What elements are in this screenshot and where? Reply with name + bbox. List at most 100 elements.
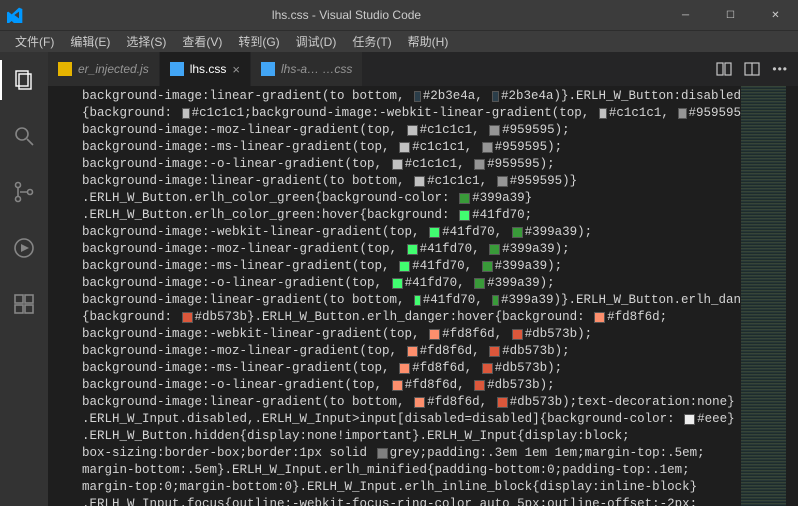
code-line[interactable]: {background: #c1c1c1;background-image:-w… (82, 105, 741, 122)
color-swatch (377, 448, 388, 459)
tab-label: lhs.css (190, 62, 227, 76)
menu-help[interactable]: 帮助(H) (401, 31, 456, 52)
menu-edit[interactable]: 编辑(E) (63, 31, 117, 52)
color-swatch (429, 329, 440, 340)
code-line[interactable]: .ERLH_W_Input.disabled,.ERLH_W_Input>inp… (82, 411, 741, 428)
color-swatch (482, 142, 493, 153)
source-control-icon[interactable] (0, 172, 48, 212)
css-file-icon (261, 62, 275, 76)
window-title: lhs.css - Visual Studio Code (30, 8, 663, 22)
tab-lhs-css[interactable]: lhs.css × (160, 52, 251, 86)
color-swatch (392, 278, 403, 289)
minimap[interactable] (741, 86, 786, 506)
code-line[interactable]: .ERLH_W_Button.erlh_color_green:hover{ba… (82, 207, 741, 224)
color-swatch (489, 346, 500, 357)
close-tab-icon[interactable]: × (232, 62, 240, 77)
code-line[interactable]: background-image:linear-gradient(to bott… (82, 292, 741, 309)
menu-debug[interactable]: 调试(D) (289, 31, 344, 52)
js-file-icon (58, 62, 72, 76)
color-swatch (474, 159, 485, 170)
color-swatch (429, 227, 440, 238)
color-swatch (497, 397, 508, 408)
menu-tasks[interactable]: 任务(T) (345, 31, 398, 52)
tab-er-injected[interactable]: er_injected.js (48, 52, 160, 86)
extensions-icon[interactable] (0, 284, 48, 324)
color-swatch (512, 329, 523, 340)
minimize-button[interactable]: ─ (663, 0, 708, 30)
close-button[interactable]: ✕ (753, 0, 798, 30)
color-swatch (414, 397, 425, 408)
code-line[interactable]: margin-bottom:.5em}.ERLH_W_Input.erlh_mi… (82, 462, 741, 479)
activity-bar (0, 52, 48, 506)
code-line[interactable]: background-image:-ms-linear-gradient(top… (82, 360, 741, 377)
tab-label: lhs-a… …css (281, 62, 352, 76)
debug-icon[interactable] (0, 228, 48, 268)
css-file-icon (170, 62, 184, 76)
code-line[interactable]: background-image:-moz-linear-gradient(to… (82, 343, 741, 360)
color-swatch (182, 312, 193, 323)
more-icon[interactable]: ••• (772, 62, 788, 76)
color-swatch (482, 261, 493, 272)
code-line[interactable]: background-image:linear-gradient(to bott… (82, 88, 741, 105)
main-area: er_injected.js lhs.css × lhs-a… …css ••• (0, 52, 798, 506)
color-swatch (392, 380, 403, 391)
search-icon[interactable] (0, 116, 48, 156)
editor-area: er_injected.js lhs.css × lhs-a… …css ••• (48, 52, 798, 506)
code-line[interactable]: background-image:linear-gradient(to bott… (82, 173, 741, 190)
code-line[interactable]: margin-top:0;margin-bottom:0}.ERLH_W_Inp… (82, 479, 741, 496)
menu-goto[interactable]: 转到(G) (231, 31, 286, 52)
code-line[interactable]: .ERLH_W_Input.focus{outline:-webkit-focu… (82, 496, 741, 506)
color-swatch (678, 108, 686, 119)
code-editor[interactable]: background-image:linear-gradient(to bott… (48, 86, 741, 506)
tab-bar: er_injected.js lhs.css × lhs-a… …css ••• (48, 52, 798, 86)
code-line[interactable]: {background: #db573b}.ERLH_W_Button.erlh… (82, 309, 741, 326)
tabbar-actions: ••• (706, 52, 798, 86)
titlebar: lhs.css - Visual Studio Code ─ ☐ ✕ (0, 0, 798, 30)
color-swatch (182, 108, 190, 119)
menu-view[interactable]: 查看(V) (175, 31, 229, 52)
maximize-button[interactable]: ☐ (708, 0, 753, 30)
code-line[interactable]: background-image:-moz-linear-gradient(to… (82, 122, 741, 139)
color-swatch (399, 363, 410, 374)
code-line[interactable]: background-image:-webkit-linear-gradient… (82, 224, 741, 241)
color-swatch (474, 278, 485, 289)
editor-body: background-image:linear-gradient(to bott… (48, 86, 798, 506)
color-swatch (684, 414, 695, 425)
tab-label: er_injected.js (78, 62, 149, 76)
color-swatch (497, 176, 508, 187)
code-line[interactable]: background-image:linear-gradient(to bott… (82, 394, 741, 411)
color-swatch (407, 346, 418, 357)
color-swatch (492, 295, 499, 306)
code-line[interactable]: background-image:-o-linear-gradient(top,… (82, 156, 741, 173)
code-line[interactable]: .ERLH_W_Button.erlh_color_green{backgrou… (82, 190, 741, 207)
code-line[interactable]: box-sizing:border-box;border:1px solid g… (82, 445, 741, 462)
menubar: 文件(F) 编辑(E) 选择(S) 查看(V) 转到(G) 调试(D) 任务(T… (0, 30, 798, 52)
vertical-scrollbar[interactable] (786, 86, 798, 506)
code-line[interactable]: background-image:-o-linear-gradient(top,… (82, 377, 741, 394)
split-icon[interactable] (744, 61, 760, 77)
color-swatch (459, 193, 470, 204)
code-line[interactable]: background-image:-ms-linear-gradient(top… (82, 258, 741, 275)
color-swatch (414, 91, 421, 102)
code-line[interactable]: background-image:-webkit-linear-gradient… (82, 326, 741, 343)
explorer-icon[interactable] (0, 60, 48, 100)
color-swatch (474, 380, 485, 391)
color-swatch (414, 295, 421, 306)
menu-selection[interactable]: 选择(S) (119, 31, 173, 52)
code-line[interactable]: background-image:-ms-linear-gradient(top… (82, 139, 741, 156)
window-controls: ─ ☐ ✕ (663, 0, 798, 30)
compare-icon[interactable] (716, 61, 732, 77)
color-swatch (492, 91, 499, 102)
code-line[interactable]: background-image:-o-linear-gradient(top,… (82, 275, 741, 292)
vscode-logo-icon (0, 7, 30, 23)
code-line[interactable]: .ERLH_W_Button.hidden{display:none!impor… (82, 428, 741, 445)
menu-file[interactable]: 文件(F) (8, 31, 61, 52)
color-swatch (407, 244, 418, 255)
color-swatch (459, 210, 470, 221)
color-swatch (414, 176, 425, 187)
tab-lhs-a-css[interactable]: lhs-a… …css (251, 52, 363, 86)
color-swatch (407, 125, 418, 136)
color-swatch (594, 312, 605, 323)
color-swatch (482, 363, 493, 374)
code-line[interactable]: background-image:-moz-linear-gradient(to… (82, 241, 741, 258)
